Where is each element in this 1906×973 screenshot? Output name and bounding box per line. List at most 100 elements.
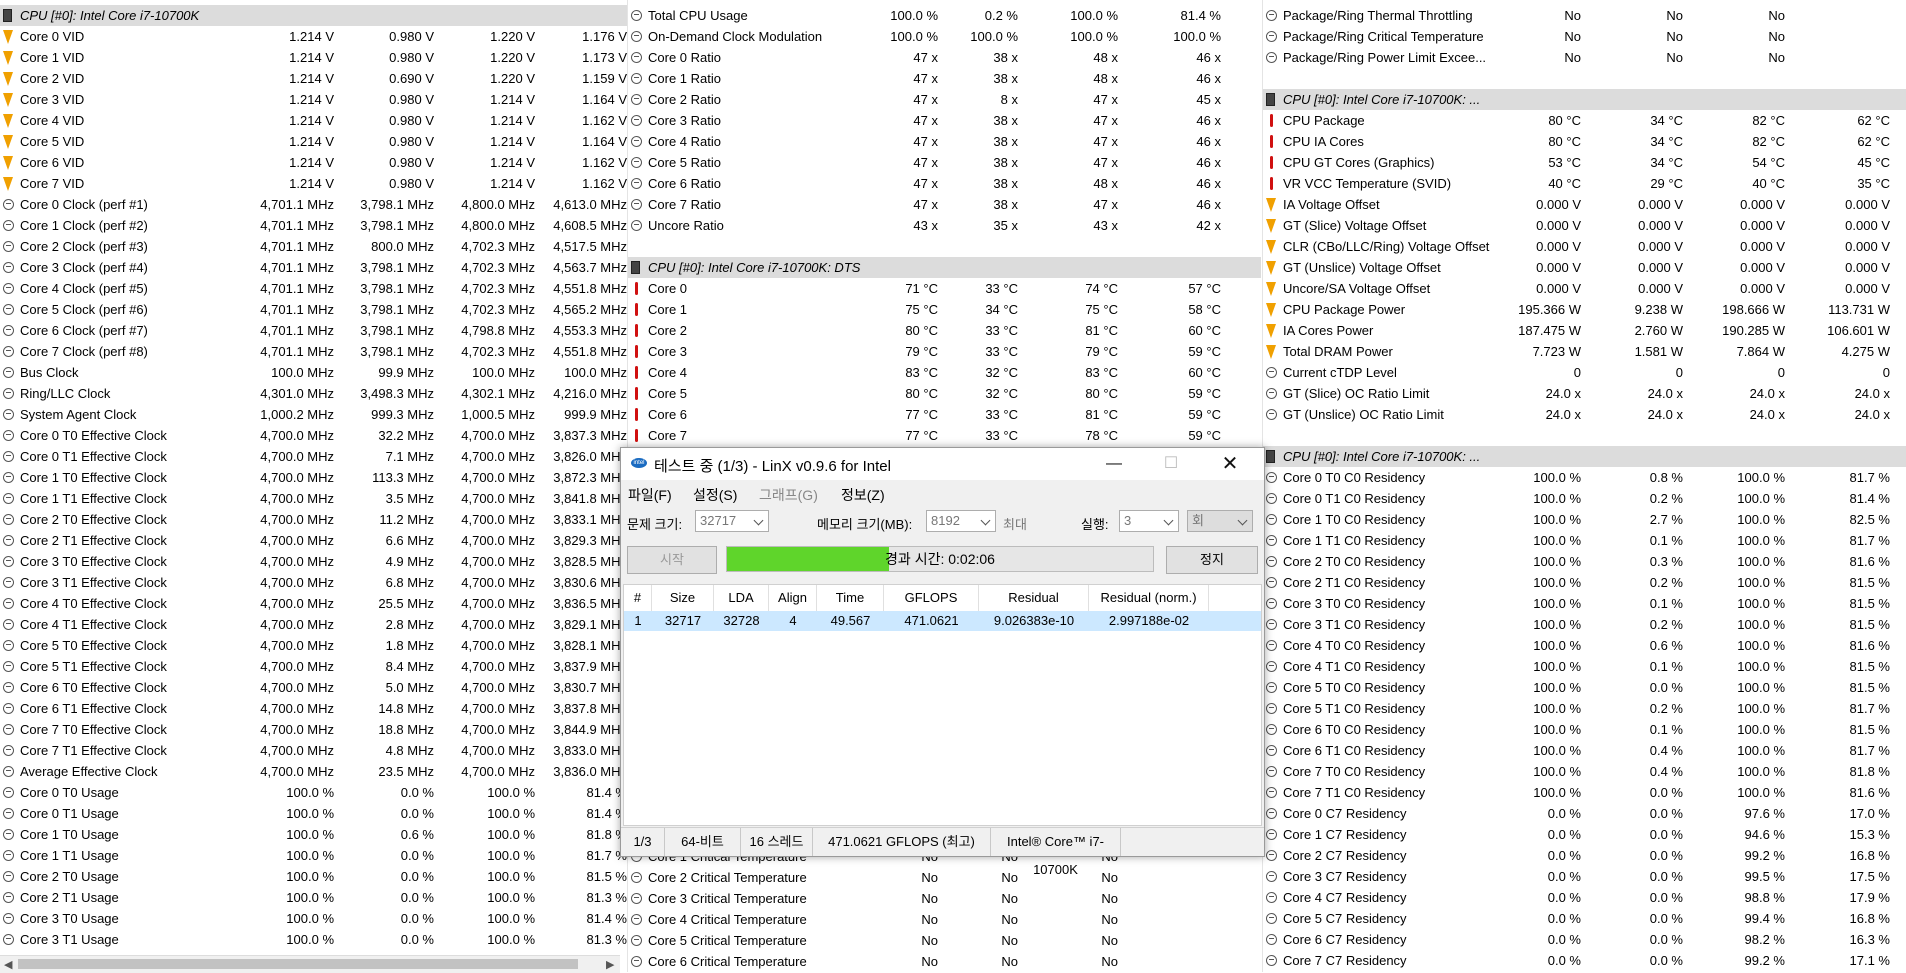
start-button[interactable]: 시작 [627, 546, 717, 574]
sensor-row[interactable]: Core 6 C7 Residency 0.0 % 0.0 % 98.2 % 16.3 … [1263, 929, 1906, 950]
minimize-button[interactable]: — [1091, 448, 1137, 480]
sensor-row[interactable]: Core 2 T1 C0 Residency 100.0 % 0.2 % 100.0 … [1263, 572, 1906, 593]
sensor-row[interactable]: GT (Unslice) Voltage Offset 0.000 V 0.000 … [1263, 257, 1906, 278]
sensor-row[interactable]: Core 0 VID 1.214 V 0.980 V 1.220 V 1.176 V [0, 26, 627, 47]
sensor-row[interactable]: Core 3 T0 Effective Clock 4,700.0 MHz 4.9 … [0, 551, 627, 572]
sensor-row[interactable]: Core 7 77 °C 33 °C 78 °C 59 °C [628, 425, 1261, 446]
sensor-row[interactable]: Core 7 Clock (perf #8) 4,701.1 MHz 3,798.1… [0, 341, 627, 362]
sensor-row[interactable]: Core 7 T1 Effective Clock 4,700.0 MHz 4.8 … [0, 740, 627, 761]
sensor-row[interactable]: Core 0 T0 Usage 100.0 % 0.0 % 100.0 % 81.4 % [0, 782, 627, 803]
sensor-row[interactable]: Core 1 T0 Usage 100.0 % 0.6 % 100.0 % 81.8 % [0, 824, 627, 845]
sensor-row[interactable]: Core 6 T0 Effective Clock 4,700.0 MHz 5.0 … [0, 677, 627, 698]
sensor-row[interactable]: Core 2 VID 1.214 V 0.690 V 1.220 V 1.159 V [0, 68, 627, 89]
sensor-row[interactable] [1263, 425, 1906, 446]
sensor-row[interactable]: Core 4 T0 Effective Clock 4,700.0 MHz 25.5… [0, 593, 627, 614]
sensor-row[interactable]: Core 0 71 °C 33 °C 74 °C 57 °C [628, 278, 1261, 299]
sensor-row[interactable]: Core 7 Ratio 47 x 38 x 47 x 46 x [628, 194, 1261, 215]
sensor-row[interactable] [628, 236, 1261, 257]
sensor-row[interactable]: Package/Ring Thermal Throttling No No No [1263, 5, 1906, 26]
maximize-button[interactable]: ☐ [1148, 448, 1194, 480]
sensor-row[interactable]: Package/Ring Power Limit Excee... No No No [1263, 47, 1906, 68]
sensor-row[interactable]: Core 1 T0 C0 Residency 100.0 % 2.7 % 100.0 … [1263, 509, 1906, 530]
sensor-row[interactable]: IA Cores Power 187.475 W 2.760 W 190.285 W 1… [1263, 320, 1906, 341]
sensor-row[interactable]: Uncore/SA Voltage Offset 0.000 V 0.000 V 0.… [1263, 278, 1906, 299]
sensor-row[interactable]: Core 0 T1 C0 Residency 100.0 % 0.2 % 100.0 … [1263, 488, 1906, 509]
sensor-row[interactable]: Core 4 Clock (perf #5) 4,701.1 MHz 3,798.1… [0, 278, 627, 299]
sensor-row[interactable]: Core 3 T0 C0 Residency 100.0 % 0.1 % 100.0 … [1263, 593, 1906, 614]
sensor-row[interactable]: Core 0 Ratio 47 x 38 x 48 x 46 x [628, 47, 1261, 68]
sensor-row[interactable]: Core 4 T1 Effective Clock 4,700.0 MHz 2.8 … [0, 614, 627, 635]
sensor-row[interactable]: GT (Slice) OC Ratio Limit 24.0 x 24.0 x 24.… [1263, 383, 1906, 404]
sensor-row[interactable]: Core 4 C7 Residency 0.0 % 0.0 % 98.8 % 17.9 … [1263, 887, 1906, 908]
sensor-group-header[interactable]: CPU [#0]: Intel Core i7-10700K: ... [1263, 446, 1906, 467]
stop-button[interactable]: 정지 [1166, 546, 1258, 574]
sensor-row[interactable]: Core 2 Clock (perf #3) 4,701.1 MHz 800.0 M… [0, 236, 627, 257]
sensor-row[interactable]: Core 1 C7 Residency 0.0 % 0.0 % 94.6 % 15.3 … [1263, 824, 1906, 845]
sensor-group-header[interactable]: CPU [#0]: Intel Core i7-10700K: DTS [628, 257, 1261, 278]
sensor-row[interactable]: Core 3 T1 Effective Clock 4,700.0 MHz 6.8 … [0, 572, 627, 593]
sensor-row[interactable]: CPU GT Cores (Graphics) 53 °C 34 °C 54 °C 45… [1263, 152, 1906, 173]
sensor-row[interactable]: Ring/LLC Clock 4,301.0 MHz 3,498.3 MHz 4,30… [0, 383, 627, 404]
sensor-row[interactable]: Core 5 T1 Effective Clock 4,700.0 MHz 8.4 … [0, 656, 627, 677]
scroll-thumb[interactable] [18, 959, 578, 969]
sensor-row[interactable]: Core 0 Clock (perf #1) 4,701.1 MHz 3,798.1… [0, 194, 627, 215]
sensor-row[interactable]: Core 3 T1 C0 Residency 100.0 % 0.2 % 100.0 … [1263, 614, 1906, 635]
sensor-row[interactable]: Bus Clock 100.0 MHz 99.9 MHz 100.0 MHz 100.0… [0, 362, 627, 383]
sensor-row[interactable]: Core 2 T0 Usage 100.0 % 0.0 % 100.0 % 81.5 % [0, 866, 627, 887]
sensor-row[interactable]: Core 2 T1 Usage 100.0 % 0.0 % 100.0 % 81.3 % [0, 887, 627, 908]
column-header[interactable]: GFLOPS [884, 585, 979, 611]
sensor-row[interactable]: On-Demand Clock Modulation 100.0 % 100.0 %… [628, 26, 1261, 47]
sensor-row[interactable]: Core 0 T0 C0 Residency 100.0 % 0.8 % 100.0 … [1263, 467, 1906, 488]
sensor-row[interactable]: Core 7 T0 C0 Residency 100.0 % 0.4 % 100.0 … [1263, 761, 1906, 782]
sensor-row[interactable]: Core 4 T1 C0 Residency 100.0 % 0.1 % 100.0 … [1263, 656, 1906, 677]
sensor-row[interactable]: Core 5 Clock (perf #6) 4,701.1 MHz 3,798.1… [0, 299, 627, 320]
sensor-row[interactable]: Average Effective Clock 4,700.0 MHz 23.5 M… [0, 761, 627, 782]
sensor-row[interactable]: Core 0 T0 Effective Clock 4,700.0 MHz 32.2… [0, 425, 627, 446]
column-header[interactable]: # [624, 585, 652, 611]
sensor-row[interactable]: Package/Ring Critical Temperature No No No [1263, 26, 1906, 47]
sensor-row[interactable]: Core 3 Ratio 47 x 38 x 47 x 46 x [628, 110, 1261, 131]
column-header[interactable]: Time [817, 585, 884, 611]
sensor-row[interactable]: Core 2 T0 C0 Residency 100.0 % 0.3 % 100.0 … [1263, 551, 1906, 572]
sensor-row[interactable]: Current cTDP Level 0 0 0 0 [1263, 362, 1906, 383]
sensor-row[interactable]: Core 4 Ratio 47 x 38 x 47 x 46 x [628, 131, 1261, 152]
sensor-row[interactable]: Core 1 T1 Usage 100.0 % 0.0 % 100.0 % 81.7 % [0, 845, 627, 866]
sensor-row[interactable]: Core 2 Ratio 47 x 8 x 47 x 45 x [628, 89, 1261, 110]
sensor-row[interactable]: Core 5 C7 Residency 0.0 % 0.0 % 99.4 % 16.8 … [1263, 908, 1906, 929]
sensor-row[interactable]: Core 1 75 °C 34 °C 75 °C 58 °C [628, 299, 1261, 320]
sensor-row[interactable]: GT (Slice) Voltage Offset 0.000 V 0.000 V 0… [1263, 215, 1906, 236]
sensor-row[interactable]: Core 3 79 °C 33 °C 79 °C 59 °C [628, 341, 1261, 362]
sensor-group-header[interactable]: CPU [#0]: Intel Core i7-10700K [0, 5, 627, 26]
problem-size-select[interactable]: 32717 [695, 510, 769, 532]
sensor-row[interactable]: Core 6 Clock (perf #7) 4,701.1 MHz 3,798.1… [0, 320, 627, 341]
sensor-row[interactable]: Core 3 T0 Usage 100.0 % 0.0 % 100.0 % 81.4 % [0, 908, 627, 929]
menu-graph[interactable]: 그래프(G) [759, 485, 818, 505]
memory-select[interactable]: 8192 [926, 510, 996, 532]
sensor-row[interactable]: Uncore Ratio 43 x 35 x 43 x 42 x [628, 215, 1261, 236]
sensor-row[interactable]: Core 0 C7 Residency 0.0 % 0.0 % 97.6 % 17.0 … [1263, 803, 1906, 824]
sensor-row[interactable]: Core 2 80 °C 33 °C 81 °C 60 °C [628, 320, 1261, 341]
sensor-row[interactable]: GT (Unslice) OC Ratio Limit 24.0 x 24.0 x 2… [1263, 404, 1906, 425]
sensor-row[interactable]: Core 3 Clock (perf #4) 4,701.1 MHz 3,798.1… [0, 257, 627, 278]
sensor-row[interactable]: Core 1 Ratio 47 x 38 x 48 x 46 x [628, 68, 1261, 89]
sensor-row[interactable]: Core 4 T0 C0 Residency 100.0 % 0.6 % 100.0 … [1263, 635, 1906, 656]
sensor-row[interactable]: Core 4 83 °C 32 °C 83 °C 60 °C [628, 362, 1261, 383]
sensor-row[interactable]: Core 6 T1 C0 Residency 100.0 % 0.4 % 100.0 … [1263, 740, 1906, 761]
sensor-row[interactable]: Core 2 C7 Residency 0.0 % 0.0 % 99.2 % 16.8 … [1263, 845, 1906, 866]
sensor-row[interactable]: CPU Package Power 195.366 W 9.238 W 198.666… [1263, 299, 1906, 320]
sensor-row[interactable]: Core 3 VID 1.214 V 0.980 V 1.214 V 1.164 V [0, 89, 627, 110]
sensor-row[interactable]: Core 7 T0 Effective Clock 4,700.0 MHz 18.8… [0, 719, 627, 740]
sensor-row[interactable]: Core 1 T1 Effective Clock 4,700.0 MHz 3.5 … [0, 488, 627, 509]
sensor-row[interactable]: VR VCC Temperature (SVID) 40 °C 29 °C 40 °C… [1263, 173, 1906, 194]
scroll-left-icon[interactable]: ◀ [4, 958, 12, 971]
sensor-row[interactable]: Core 1 T0 Effective Clock 4,700.0 MHz 113.… [0, 467, 627, 488]
sensor-row[interactable]: Core 7 T1 C0 Residency 100.0 % 0.0 % 100.0 … [1263, 782, 1906, 803]
column-header[interactable]: LDA [714, 585, 769, 611]
sensor-row[interactable]: Core 6 77 °C 33 °C 81 °C 59 °C [628, 404, 1261, 425]
sensor-row[interactable]: Core 4 VID 1.214 V 0.980 V 1.214 V 1.162 V [0, 110, 627, 131]
sensor-row[interactable]: Core 4 Critical Temperature No No No [628, 909, 1261, 930]
sensor-row[interactable]: Core 5 T0 Effective Clock 4,700.0 MHz 1.8 … [0, 635, 627, 656]
menu-file[interactable]: 파일(F) [628, 485, 672, 505]
sensor-row[interactable]: Core 1 T1 C0 Residency 100.0 % 0.1 % 100.0 … [1263, 530, 1906, 551]
sensor-row[interactable]: Core 0 T1 Effective Clock 4,700.0 MHz 7.1 … [0, 446, 627, 467]
